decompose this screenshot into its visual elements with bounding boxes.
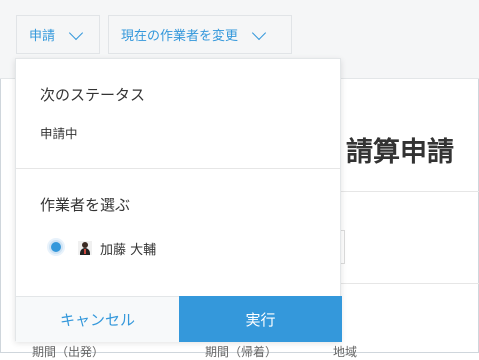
- assignee-radio[interactable]: [49, 240, 63, 254]
- field-label-return: 期間（帰着）: [205, 345, 278, 359]
- chevron-down-icon: [251, 25, 267, 40]
- next-status-value: 申請中: [40, 126, 78, 141]
- status-change-popup: 次のステータス 申請中 作業者を選ぶ 加藤 大輔 キャンセル 実行: [15, 58, 342, 342]
- apply-label: 申請: [29, 29, 56, 44]
- divider: [340, 191, 479, 192]
- run-button[interactable]: 実行: [179, 296, 342, 342]
- section-divider: [16, 168, 340, 169]
- cancel-button[interactable]: キャンセル: [16, 296, 179, 342]
- footer-field-labels: 期間（出発） 期間（帰着） 地域: [0, 343, 479, 359]
- avatar: [78, 241, 92, 255]
- field-label-departure: 期間（出発）: [32, 345, 105, 359]
- field-label-region: 地域: [333, 345, 358, 359]
- choose-assignee-heading: 作業者を選ぶ: [40, 196, 131, 214]
- divider: [340, 283, 479, 284]
- apply-dropdown-button[interactable]: 申請: [16, 15, 100, 54]
- chevron-down-icon: [68, 25, 84, 40]
- next-status-heading: 次のステータス: [40, 86, 146, 104]
- page-title: 請算申請: [346, 137, 454, 168]
- change-assignee-label: 現在の作業者を変更: [121, 29, 239, 44]
- change-assignee-dropdown-button[interactable]: 現在の作業者を変更: [108, 15, 292, 54]
- assignee-name[interactable]: 加藤 大輔: [100, 239, 156, 258]
